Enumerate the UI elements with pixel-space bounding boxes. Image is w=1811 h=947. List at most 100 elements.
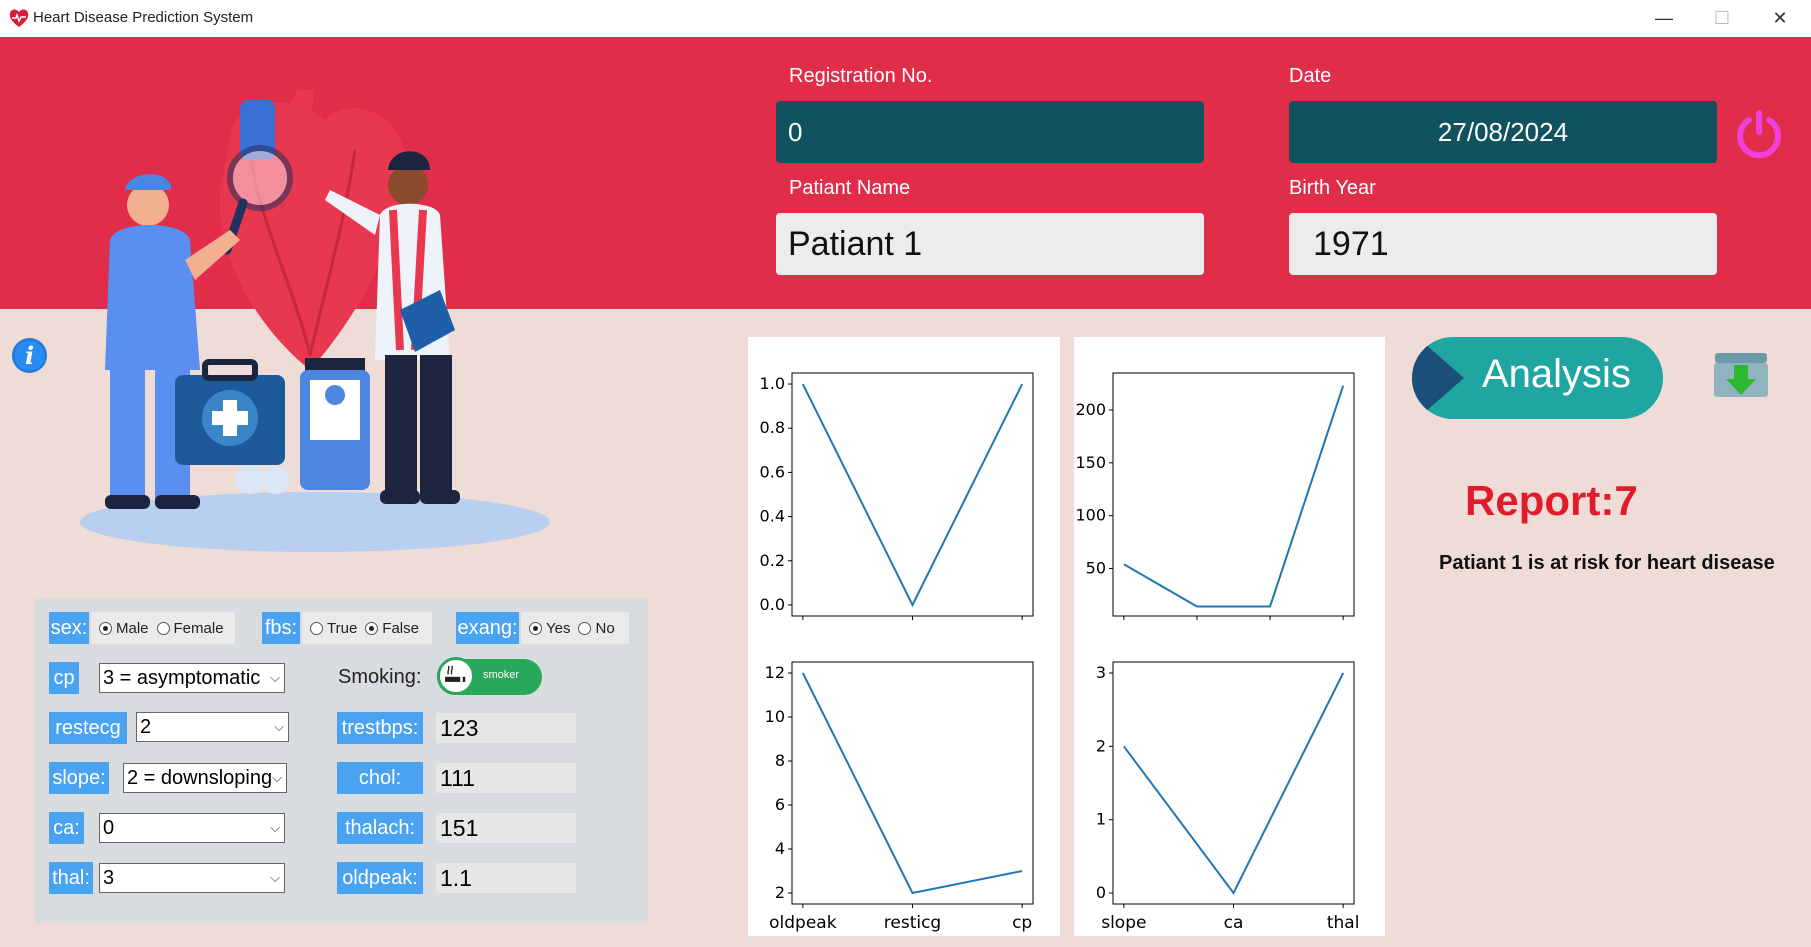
ca-value: 0: [103, 816, 115, 839]
close-button[interactable]: ✕: [1751, 0, 1809, 37]
ca-label: ca:: [49, 812, 84, 844]
exang-yes-radio[interactable]: [529, 621, 542, 635]
chol-input[interactable]: 111: [436, 763, 576, 793]
y-tick-label: 6: [775, 795, 785, 814]
date-label: Date: [1289, 65, 1332, 87]
restecg-select[interactable]: 2 ⌵: [136, 712, 289, 742]
series-line: [1123, 385, 1345, 608]
y-tick-label: 8: [775, 751, 785, 770]
chol-label: chol:: [337, 762, 423, 794]
series-line: [801, 672, 1023, 895]
info-icon[interactable]: i: [11, 337, 48, 374]
cp-label: cp: [49, 662, 79, 694]
x-tick-label: slope: [1101, 913, 1146, 933]
thal-label: thal:: [49, 862, 93, 894]
birth-year-label: Birth Year: [1289, 177, 1376, 199]
slope-value: 2 = downsloping: [127, 766, 273, 789]
doctors-heart-illustration: [80, 90, 550, 552]
restecg-label: restecg: [49, 712, 127, 744]
x-tick-label: ca: [1224, 913, 1244, 933]
series-line: [801, 383, 1024, 608]
y-tick-label: 4: [775, 839, 785, 858]
cp-select[interactable]: 3 = asymptomatic ⌵: [99, 663, 285, 693]
oldpeak-label: oldpeak:: [337, 862, 423, 894]
svg-text:i: i: [25, 341, 34, 370]
heart-app-icon: [9, 9, 29, 27]
report-title: Report:7: [1465, 477, 1638, 524]
smoking-label: Smoking:: [338, 666, 422, 688]
chart-frame: [1112, 661, 1355, 905]
birth-year-input[interactable]: 1971: [1289, 213, 1717, 275]
registration-label: Registration No.: [789, 65, 933, 87]
y-tick-label: 0.4: [760, 507, 785, 526]
date-input[interactable]: 27/08/2024: [1289, 101, 1717, 163]
minimize-button[interactable]: —: [1635, 0, 1693, 37]
sex-male-radio[interactable]: [99, 621, 112, 635]
download-icon[interactable]: [1712, 349, 1770, 399]
y-tick-label: 10: [765, 707, 785, 726]
restecg-value: 2: [140, 715, 152, 738]
y-tick-label: 3: [1096, 663, 1106, 682]
sex-radio-group[interactable]: Male Female: [91, 612, 235, 644]
analysis-label: Analysis: [1482, 352, 1631, 396]
thalach-input[interactable]: 151: [436, 813, 576, 843]
sex-male-label: Male: [116, 619, 149, 637]
fbs-false-label: False: [382, 619, 419, 637]
y-tick-label: 2: [1096, 736, 1106, 755]
exang-no-label: No: [595, 619, 615, 637]
chart-frame: [791, 661, 1034, 905]
chart-plot: 0 1 2 3 slope ca thal: [1096, 661, 1360, 933]
fbs-true-radio[interactable]: [310, 621, 323, 635]
chevron-down-icon: ⌵: [270, 670, 280, 685]
thalach-label: thalach:: [337, 812, 423, 844]
y-tick-label: 1: [1096, 810, 1106, 829]
chart-plot: 50 100 150 200: [1075, 372, 1355, 620]
x-tick-label: thal: [1327, 913, 1360, 933]
chart-frame: [791, 372, 1034, 617]
x-tick-label: cp: [1012, 913, 1032, 933]
y-tick-label: 0.6: [760, 462, 785, 481]
fbs-false-radio[interactable]: [365, 621, 379, 635]
fbs-label: fbs:: [262, 612, 300, 644]
smoking-toggle[interactable]: smoker: [437, 657, 542, 695]
y-tick-label: 0.8: [760, 418, 785, 437]
y-tick-label: 1.0: [760, 374, 785, 393]
risk-message: Patiant 1 is at risk for heart disease: [1439, 552, 1775, 574]
x-tick-label: resticg: [884, 913, 941, 933]
ca-select[interactable]: 0 ⌵: [99, 813, 285, 843]
power-icon[interactable]: [1733, 108, 1785, 160]
chevron-down-icon: ⌵: [270, 870, 280, 885]
registration-input[interactable]: 0: [776, 101, 1204, 163]
y-tick-label: 200: [1075, 400, 1106, 419]
trestbps-input[interactable]: 123: [436, 713, 576, 743]
y-tick-label: 50: [1086, 558, 1106, 577]
exang-radio-group[interactable]: Yes No: [521, 612, 629, 644]
patient-name-label: Patiant Name: [789, 177, 911, 199]
thal-value: 3: [103, 866, 115, 889]
chevron-down-icon: ⌵: [272, 770, 282, 785]
chart-panel-left: 0.0 0.2 0.4 0.6 0.8 1.0 2 4 6 8 10 12 oldpeak restic…: [748, 337, 1060, 936]
oldpeak-input[interactable]: 1.1: [436, 863, 576, 893]
maximize-button[interactable]: ☐: [1693, 0, 1751, 37]
exang-no-radio[interactable]: [578, 621, 592, 635]
analysis-arrow-icon: [1412, 337, 1464, 419]
smoking-toggle-label: smoker: [483, 669, 520, 681]
chart-panel-right: 50 100 150 200 0 1 2 3 slope ca thal: [1074, 337, 1385, 936]
fbs-radio-group[interactable]: True False: [302, 612, 432, 644]
cp-value: 3 = asymptomatic: [103, 666, 261, 689]
analysis-button[interactable]: Analysis: [1412, 337, 1663, 419]
patient-name-input[interactable]: Patiant 1: [776, 213, 1204, 275]
series-line: [1123, 672, 1345, 895]
sex-female-radio[interactable]: [156, 621, 170, 635]
sex-label: sex:: [49, 612, 89, 644]
exang-yes-label: Yes: [546, 619, 571, 637]
exang-label: exang:: [456, 612, 519, 644]
slope-label: slope:: [49, 762, 109, 794]
y-tick-label: 0.0: [760, 595, 785, 614]
y-tick-label: 0.2: [760, 551, 785, 570]
chart-plot: 2 4 6 8 10 12 oldpeak resticg cp: [765, 661, 1034, 933]
title-bar: Heart Disease Prediction System — ☐ ✕: [0, 0, 1811, 37]
thal-select[interactable]: 3 ⌵: [99, 863, 285, 893]
slope-select[interactable]: 2 = downsloping ⌵: [123, 763, 287, 793]
y-tick-label: 150: [1075, 453, 1106, 472]
